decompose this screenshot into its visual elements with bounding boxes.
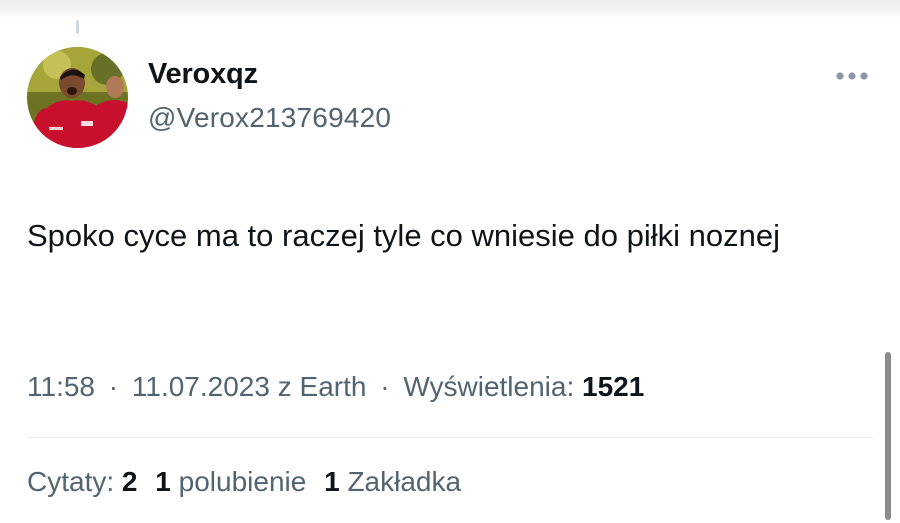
bookmarks-label: Zakładka [347, 466, 462, 497]
tweet-source: z Earth [277, 371, 367, 402]
avatar[interactable] [27, 47, 128, 148]
views-count: 1521 [582, 371, 645, 402]
scrollbar-thumb[interactable] [885, 352, 891, 520]
author-handle[interactable]: @Verox213769420 [148, 102, 391, 134]
bookmarks-count: 1 [324, 466, 340, 497]
likes-stat[interactable]: 1 polubienie [155, 466, 306, 497]
quotes-stat[interactable]: Cytaty: 2 [27, 466, 138, 497]
meta-separator: · [380, 371, 390, 402]
tweet-date[interactable]: 11.07.2023 [132, 371, 270, 402]
avatar-image [27, 47, 128, 148]
tweet-metadata: 11:58 · 11.07.2023 z Earth · Wyświetleni… [27, 371, 644, 403]
views-label: Wyświetlenia: [403, 371, 575, 402]
bookmarks-stat[interactable]: 1 Zakładka [324, 466, 461, 497]
tweet-text: Spoko cyce ma to raczej tyle co wniesie … [27, 218, 780, 253]
quotes-count: 2 [121, 466, 138, 497]
likes-count: 1 [155, 466, 171, 497]
tweet-time[interactable]: 11:58 [27, 371, 95, 402]
likes-label: polubienie [178, 466, 307, 497]
author-display-name[interactable]: Veroxqz [148, 58, 258, 91]
meta-separator: · [108, 371, 119, 402]
divider [27, 437, 873, 438]
more-horizontal-icon [836, 72, 868, 80]
more-options-button[interactable] [832, 62, 872, 90]
previous-tweet-edge [0, 0, 900, 20]
quotes-label: Cytaty: [27, 466, 115, 497]
tweet-stats: Cytaty: 2 1 polubienie 1 Zakładka [27, 466, 461, 498]
thread-connector-line [76, 20, 79, 34]
